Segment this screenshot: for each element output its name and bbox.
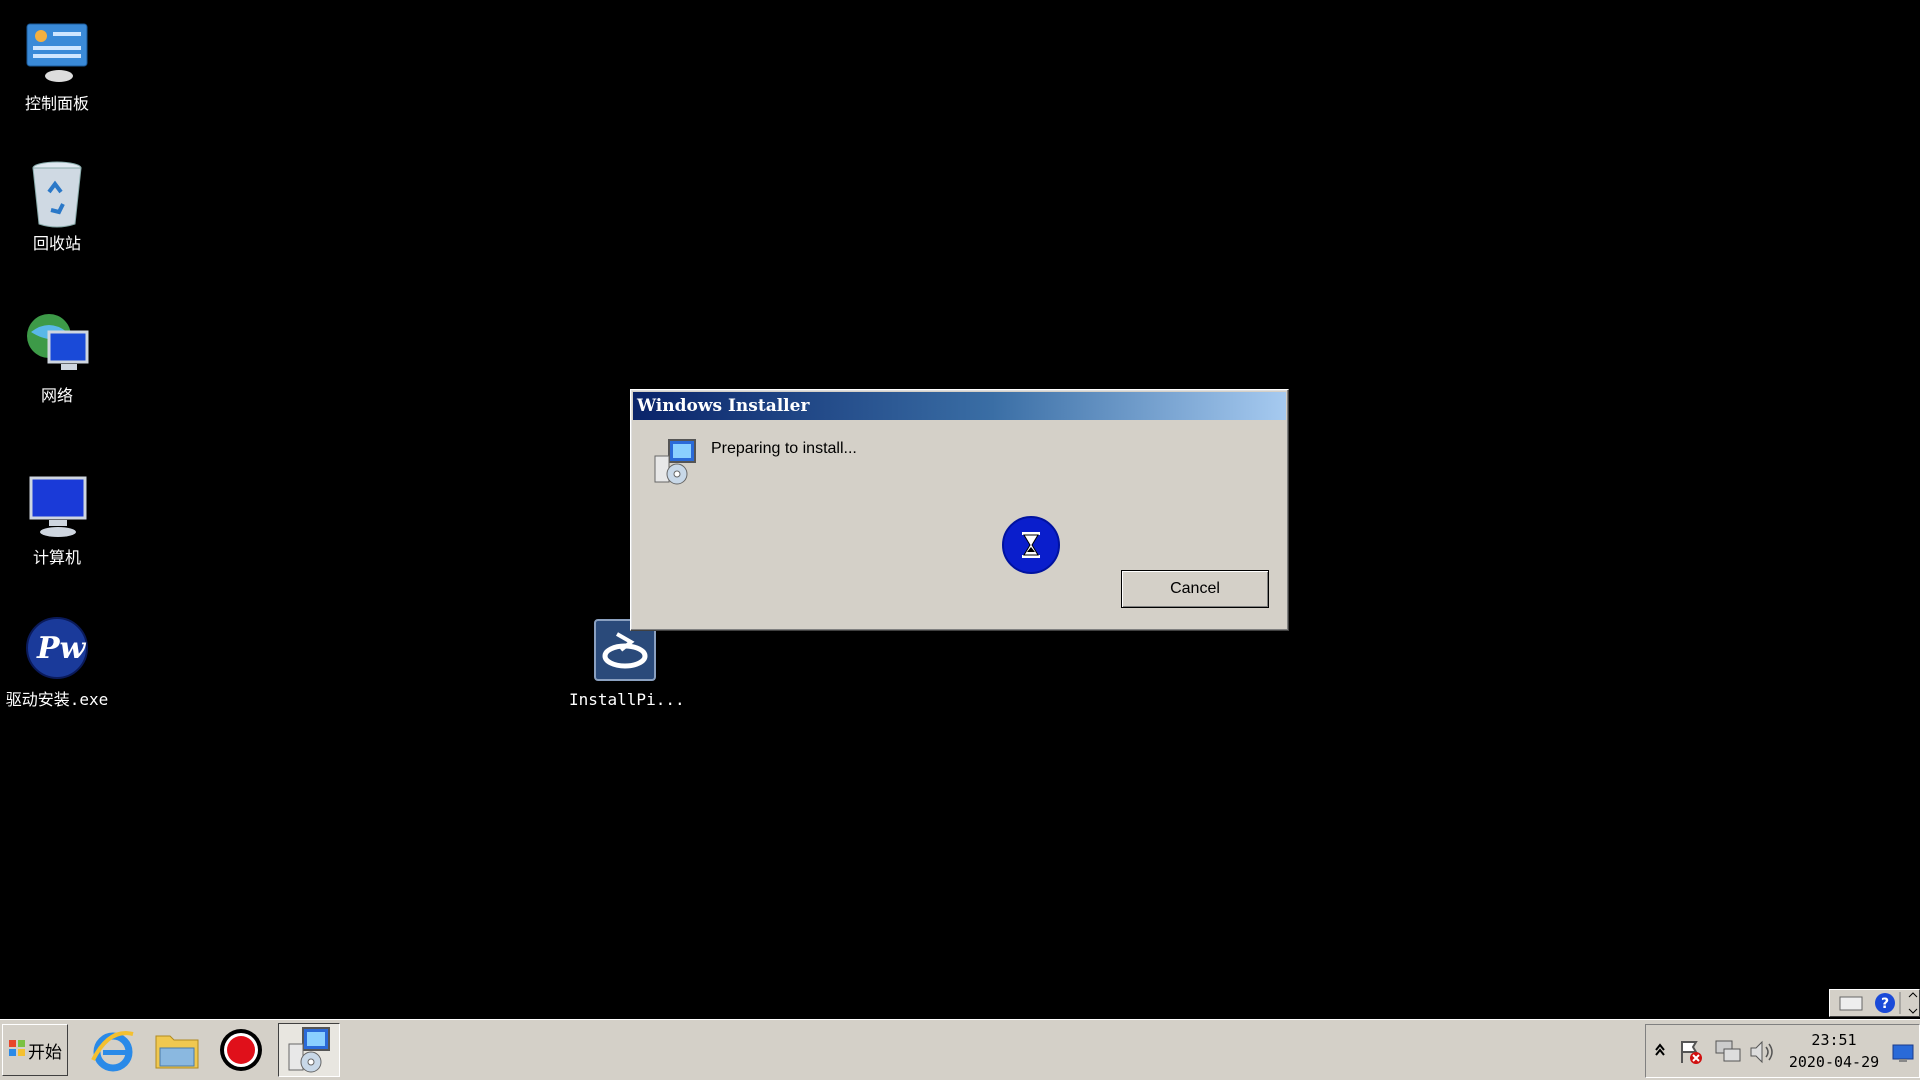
control-panel-icon: [23, 18, 91, 86]
taskbar-internet-explorer[interactable]: [82, 1023, 144, 1077]
svg-text:Pw: Pw: [36, 631, 87, 666]
dialog-message: Preparing to install...: [711, 440, 857, 457]
computer-icon: [23, 472, 91, 540]
svg-text:?: ?: [1881, 996, 1889, 1012]
hourglass-busy-icon: [1002, 516, 1060, 574]
windows-flag-icon: [8, 1039, 26, 1062]
desktop-icon-label: InstallPi...: [569, 690, 685, 709]
installer-package-icon: [651, 438, 699, 486]
language-bar: ?: [1829, 989, 1920, 1017]
keyboard-icon: [1839, 996, 1863, 1011]
network-icon: [23, 310, 91, 378]
recycle-bin-icon: [23, 158, 91, 228]
record-icon: [220, 1029, 262, 1071]
taskbar-file-explorer[interactable]: [146, 1023, 208, 1077]
cancel-button[interactable]: Cancel: [1121, 570, 1269, 608]
internet-explorer-icon: [91, 1031, 134, 1072]
desktop-icon-computer[interactable]: 计算机: [1, 472, 113, 568]
desktop-icon-driver-install[interactable]: Pw 驱动安装.exe: [1, 614, 113, 710]
desktop-icon-label: 控制面板: [24, 94, 89, 113]
clock[interactable]: 23:51 2020-04-29: [1784, 1029, 1884, 1073]
start-button[interactable]: 开始: [2, 1024, 68, 1076]
show-desktop-icon[interactable]: [1892, 1041, 1914, 1067]
pw-app-icon: Pw: [23, 614, 91, 682]
clock-time: 23:51: [1811, 1031, 1857, 1049]
file-explorer-icon: [155, 1035, 199, 1069]
clock-date: 2020-04-29: [1788, 1053, 1880, 1071]
volume-icon[interactable]: [1748, 1039, 1776, 1069]
taskbar-record[interactable]: [210, 1023, 272, 1077]
windows-installer-icon: [288, 1027, 330, 1073]
desktop-icon-recycle-bin[interactable]: 回收站: [1, 158, 113, 254]
desktop-icon-control-panel[interactable]: 控制面板: [1, 18, 113, 114]
taskbar-windows-installer[interactable]: [278, 1023, 340, 1077]
desktop-icon-label: 网络: [40, 386, 73, 405]
windows-installer-dialog: Windows Installer Preparing to install..…: [630, 389, 1289, 631]
desktop-icon-installpi[interactable]: InstallPi...: [569, 618, 685, 709]
chevron-up-icon[interactable]: [1654, 1041, 1666, 1060]
start-label: 开始: [28, 1042, 62, 1063]
desktop-icon-label: 计算机: [32, 548, 81, 567]
dialog-title[interactable]: Windows Installer: [633, 392, 1286, 420]
desktop-icon-network[interactable]: 网络: [1, 310, 113, 406]
action-center-flag-icon[interactable]: [1678, 1039, 1704, 1069]
desktop-icon-label: 回收站: [32, 234, 81, 253]
taskbar: 开始 23:51 2020-04-29: [0, 1019, 1920, 1080]
system-tray: 23:51 2020-04-29: [1645, 1024, 1920, 1078]
network-status-icon[interactable]: [1714, 1039, 1742, 1069]
desktop: 控制面板 回收站 网络 计算机 Pw 驱动安装.exe InstallPi...…: [0, 0, 1920, 1019]
desktop-icon-label: 驱动安装.exe: [5, 690, 109, 709]
